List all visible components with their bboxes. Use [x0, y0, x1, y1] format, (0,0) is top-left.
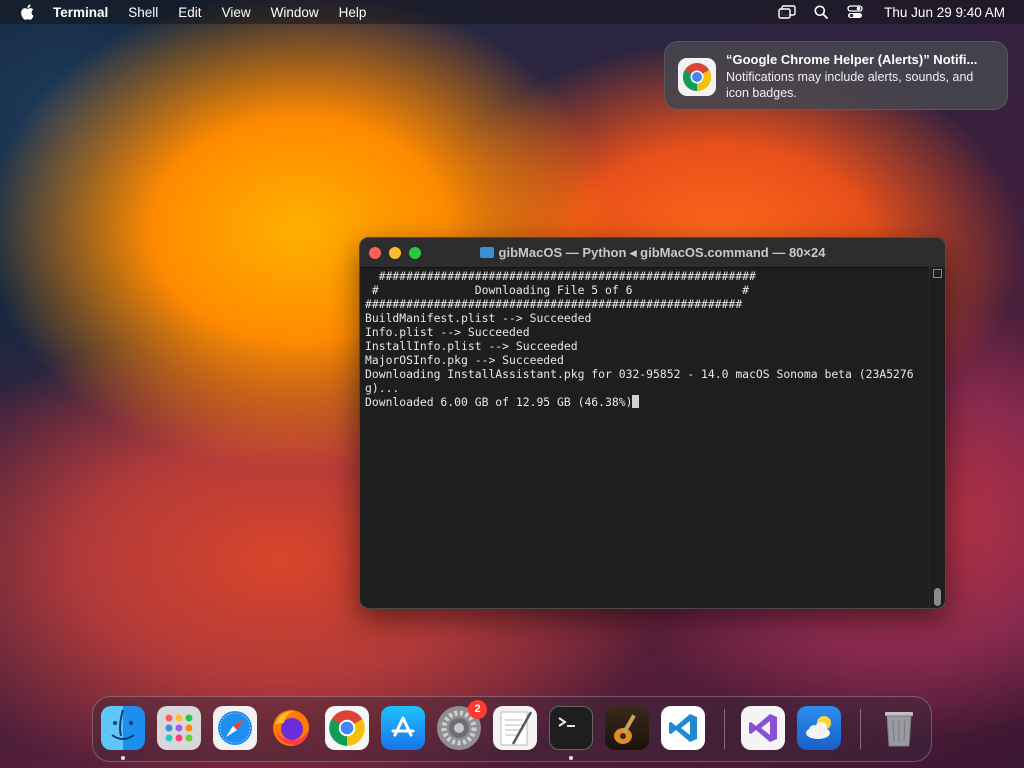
safari-icon[interactable]	[213, 706, 257, 750]
dock-separator	[724, 709, 725, 749]
terminal-running-indicator	[569, 756, 573, 760]
notification-body: Notifications may include alerts, sounds…	[726, 70, 974, 100]
split-pane-icon[interactable]	[933, 269, 942, 278]
terminal-line: Downloading InstallAssistant.pkg for 032…	[365, 367, 914, 381]
dock-separator	[860, 709, 861, 749]
scrollbar-thumb[interactable]	[934, 588, 941, 606]
terminal-icon[interactable]	[549, 706, 593, 750]
menu-shell[interactable]: Shell	[128, 5, 158, 20]
launchpad-icon[interactable]	[157, 706, 201, 750]
terminal-line: MajorOSInfo.pkg --> Succeeded	[365, 353, 564, 367]
terminal-line: Info.plist --> Succeeded	[365, 325, 530, 339]
textedit-icon[interactable]	[493, 706, 537, 750]
terminal-line: BuildManifest.plist --> Succeeded	[365, 311, 592, 325]
terminal-window[interactable]: gibMacOS — Python ◂ gibMacOS.command — 8…	[359, 237, 946, 609]
scrollbar[interactable]	[929, 267, 945, 608]
control-center-icon[interactable]	[846, 4, 864, 20]
weather-icon[interactable]	[797, 706, 841, 750]
screen-mirroring-icon[interactable]	[778, 4, 796, 20]
menu-clock[interactable]: Thu Jun 29 9:40 AM	[884, 5, 1005, 20]
vscode-icon[interactable]	[661, 706, 705, 750]
finder-running-indicator	[121, 756, 125, 760]
chrome-icon[interactable]	[325, 706, 369, 750]
garageband-icon[interactable]	[605, 706, 649, 750]
system-settings-badge: 2	[468, 700, 487, 719]
terminal-line: InstallInfo.plist --> Succeeded	[365, 339, 578, 353]
terminal-line: # Downloading File 5 of 6 #	[365, 283, 750, 297]
terminal-title: gibMacOS — Python ◂ gibMacOS.command — 8…	[360, 245, 945, 261]
terminal-titlebar[interactable]: gibMacOS — Python ◂ gibMacOS.command — 8…	[360, 238, 945, 268]
folder-icon	[479, 247, 494, 258]
download-progress-text: Downloaded 6.00 GB of 12.95 GB (46.38%)	[365, 395, 633, 409]
app-store-icon[interactable]	[381, 706, 425, 750]
menu-bar: Terminal Shell Edit View Window Help Thu…	[0, 0, 1024, 24]
terminal-line: g)...	[365, 381, 400, 395]
trash-icon[interactable]	[877, 706, 921, 750]
menu-window[interactable]: Window	[271, 5, 319, 20]
menu-app-name[interactable]: Terminal	[53, 5, 108, 20]
spotlight-search-icon[interactable]	[812, 4, 830, 20]
terminal-line: ########################################…	[365, 297, 743, 311]
finder-icon[interactable]	[101, 706, 145, 750]
menu-view[interactable]: View	[222, 5, 251, 20]
terminal-output[interactable]: ########################################…	[365, 268, 930, 604]
notification-banner[interactable]: “Google Chrome Helper (Alerts)” Notifi..…	[664, 41, 1008, 110]
menu-edit[interactable]: Edit	[178, 5, 201, 20]
chrome-icon	[678, 58, 716, 96]
terminal-title-text: gibMacOS — Python ◂ gibMacOS.command — 8…	[498, 245, 826, 260]
terminal-line-progress: Downloaded 6.00 GB of 12.95 GB (46.38%)	[365, 395, 930, 409]
firefox-icon[interactable]	[269, 706, 313, 750]
text-cursor	[632, 395, 640, 408]
menu-help[interactable]: Help	[339, 5, 367, 20]
terminal-line: ########################################…	[365, 269, 756, 283]
notification-title: “Google Chrome Helper (Alerts)” Notifi..…	[726, 52, 978, 67]
dock	[92, 696, 932, 762]
visual-studio-icon[interactable]	[741, 706, 785, 750]
apple-menu-icon[interactable]	[20, 4, 34, 20]
